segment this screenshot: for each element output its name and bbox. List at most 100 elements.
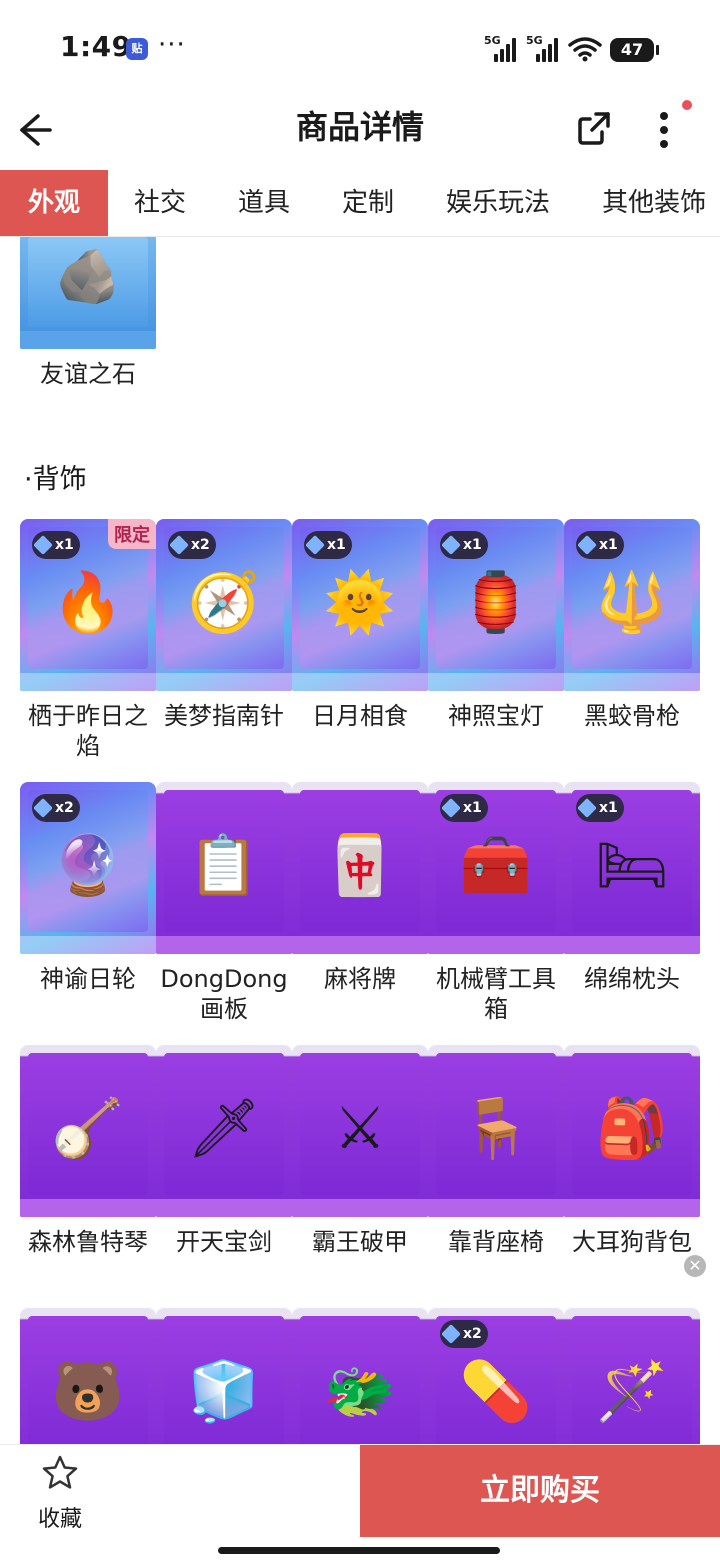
item-art-icon: 🗡 xyxy=(187,1093,261,1162)
quantity-badge: x1 xyxy=(32,531,80,559)
item-name: 神谕日轮 xyxy=(40,965,136,993)
share-icon[interactable] xyxy=(574,108,614,148)
item-card[interactable]: 🐻 xyxy=(20,1308,156,1444)
tab-other-decor[interactable]: 其他装饰 xyxy=(576,170,720,236)
item-name: DongDong画板 xyxy=(160,965,288,1023)
wifi-icon xyxy=(568,37,602,62)
close-icon[interactable]: ✕ xyxy=(684,1255,706,1277)
item-art-icon: 🔱 xyxy=(595,567,669,636)
tab-custom[interactable]: 定制 xyxy=(316,170,420,236)
gem-icon xyxy=(577,798,597,818)
item-name: 开天宝剑 xyxy=(176,1228,272,1256)
status-icons: 5G 5G 47 xyxy=(484,34,659,62)
item-thumbnail: 🧊 xyxy=(156,1308,292,1444)
home-indicator xyxy=(218,1547,500,1554)
stone-icon: 🪨 xyxy=(55,247,121,308)
item-row: 🔥 x1 限定 栖于昨日之焰 🧭 x2 美梦指南针 🌞 x1 日月相食 🏮 x1 神照宝灯 🔱 x1 黑蛟骨枪 xyxy=(20,519,700,782)
item-name: 森林鲁特琴 xyxy=(28,1228,148,1256)
signal-icon-2: 5G xyxy=(526,34,560,62)
item-name: 美梦指南针 xyxy=(164,702,284,730)
item-art-icon: 🐲 xyxy=(323,1356,397,1425)
item-card[interactable]: 🧰 x1 机械臂工具箱 xyxy=(428,782,564,1045)
item-name: 栖于昨日之焰 xyxy=(28,702,148,760)
item-art-icon: 🔮 xyxy=(51,830,125,899)
quantity-badge: x1 xyxy=(576,531,624,559)
item-thumbnail: 🔥 x1 限定 xyxy=(20,519,156,691)
gem-icon xyxy=(33,798,53,818)
gem-icon xyxy=(305,535,325,555)
item-card[interactable]: 🎒 大耳狗背包 xyxy=(564,1045,700,1308)
item-art-icon: 🧭 xyxy=(187,567,261,636)
item-card[interactable]: 🛏 x1 绵绵枕头 xyxy=(564,782,700,1045)
quantity-badge: x1 xyxy=(304,531,352,559)
item-card[interactable]: 🀄 麻将牌 xyxy=(292,782,428,1045)
item-card[interactable]: 🪕 森林鲁特琴 xyxy=(20,1045,156,1308)
item-name: 神照宝灯 xyxy=(448,702,544,730)
item-art-icon: 📋 xyxy=(187,830,261,899)
item-card[interactable]: 🔮 x2 神谕日轮 xyxy=(20,782,156,1045)
item-card[interactable]: 📋 DongDong画板 xyxy=(156,782,292,1045)
item-thumbnail: 🪑 xyxy=(428,1045,564,1217)
item-card[interactable]: 🧭 x2 美梦指南针 xyxy=(156,519,292,782)
status-bar: 1:49 贴 ··· 5G 5G 47 xyxy=(0,0,720,96)
gem-icon xyxy=(169,535,189,555)
item-art-icon: 🐻 xyxy=(51,1356,125,1425)
item-art-icon: ⚔ xyxy=(334,1093,386,1162)
item-art-icon: 🧊 xyxy=(187,1356,261,1425)
quantity-badge: x1 xyxy=(440,794,488,822)
item-grid: 🔥 x1 限定 栖于昨日之焰 🧭 x2 美梦指南针 🌞 x1 日月相食 🏮 x1 神照宝灯 🔱 x1 黑蛟骨枪… xyxy=(20,519,700,1444)
item-name: 友谊之石 xyxy=(40,360,136,388)
star-icon xyxy=(42,1455,78,1489)
item-art-icon: 🌞 xyxy=(323,567,397,636)
item-card[interactable]: 🏮 x1 神照宝灯 xyxy=(428,519,564,782)
item-art-icon: 🧰 xyxy=(459,830,533,899)
item-art-icon: 💊 xyxy=(459,1356,533,1425)
item-thumbnail: 🪕 xyxy=(20,1045,156,1217)
item-thumbnail: 🔮 x2 xyxy=(20,782,156,954)
content-scroll[interactable]: 🪨 友谊之石 ·背饰 🔥 x1 限定 栖于昨日之焰 🧭 x2 美梦指南针 🌞 x1 日月相食 🏮 x1… xyxy=(0,237,720,1444)
gem-icon xyxy=(441,535,461,555)
tab-social[interactable]: 社交 xyxy=(108,170,212,236)
item-card[interactable]: 🐲 xyxy=(292,1308,428,1444)
item-thumbnail: ⚔ xyxy=(292,1045,428,1217)
item-card[interactable]: 🪄 xyxy=(564,1308,700,1444)
item-card[interactable]: ⚔ 霸王破甲 xyxy=(292,1045,428,1308)
item-thumbnail: 🛏 x1 xyxy=(564,782,700,954)
more-notifications-icon: ··· xyxy=(158,30,186,60)
item-row: 🔮 x2 神谕日轮 📋 DongDong画板 🀄 麻将牌 🧰 x1 机械臂工具箱 🛏 x1 绵绵枕头 xyxy=(20,782,700,1045)
item-card[interactable]: 🌞 x1 日月相食 xyxy=(292,519,428,782)
item-art-icon: 🎒 xyxy=(595,1093,669,1162)
item-thumbnail: 🪨 xyxy=(20,237,156,349)
item-name: 绵绵枕头 xyxy=(584,965,680,993)
quantity-badge: x2 xyxy=(168,531,216,559)
item-card[interactable]: 🔱 x1 黑蛟骨枪 xyxy=(564,519,700,782)
item-thumbnail: 🗡 xyxy=(156,1045,292,1217)
item-art-icon: 🪄 xyxy=(595,1356,669,1425)
favorite-button[interactable]: 收藏 xyxy=(20,1453,100,1533)
item-thumbnail: 🔱 x1 xyxy=(564,519,700,691)
buy-now-button[interactable]: 立即购买 xyxy=(360,1445,720,1537)
item-card[interactable]: 🧊 xyxy=(156,1308,292,1444)
gem-icon xyxy=(441,1324,461,1344)
more-vertical-icon[interactable] xyxy=(648,106,680,154)
item-card[interactable]: 🪨 友谊之石 xyxy=(20,237,156,389)
tab-entertainment[interactable]: 娱乐玩法 xyxy=(420,170,576,236)
tab-props[interactable]: 道具 xyxy=(212,170,316,236)
item-art-icon: 🪑 xyxy=(459,1093,533,1162)
item-name: 黑蛟骨枪 xyxy=(584,702,680,730)
item-name: 日月相食 xyxy=(312,702,408,730)
item-art-icon: 🔥 xyxy=(51,567,125,636)
item-card[interactable]: 🪑 靠背座椅 xyxy=(428,1045,564,1308)
tab-appearance[interactable]: 外观 xyxy=(0,170,108,236)
item-card[interactable]: 🗡 开天宝剑 xyxy=(156,1045,292,1308)
quantity-badge: x2 xyxy=(440,1320,488,1348)
item-name: 麻将牌 xyxy=(324,965,396,993)
item-art-icon: 🀄 xyxy=(323,830,397,899)
item-thumbnail: 🀄 xyxy=(292,782,428,954)
quantity-badge: x1 xyxy=(576,794,624,822)
item-card[interactable]: 🔥 x1 限定 栖于昨日之焰 xyxy=(20,519,156,782)
item-thumbnail: 🪄 xyxy=(564,1308,700,1444)
item-card[interactable]: 💊 x2 xyxy=(428,1308,564,1444)
item-thumbnail: 🧭 x2 xyxy=(156,519,292,691)
item-thumbnail: 📋 xyxy=(156,782,292,954)
